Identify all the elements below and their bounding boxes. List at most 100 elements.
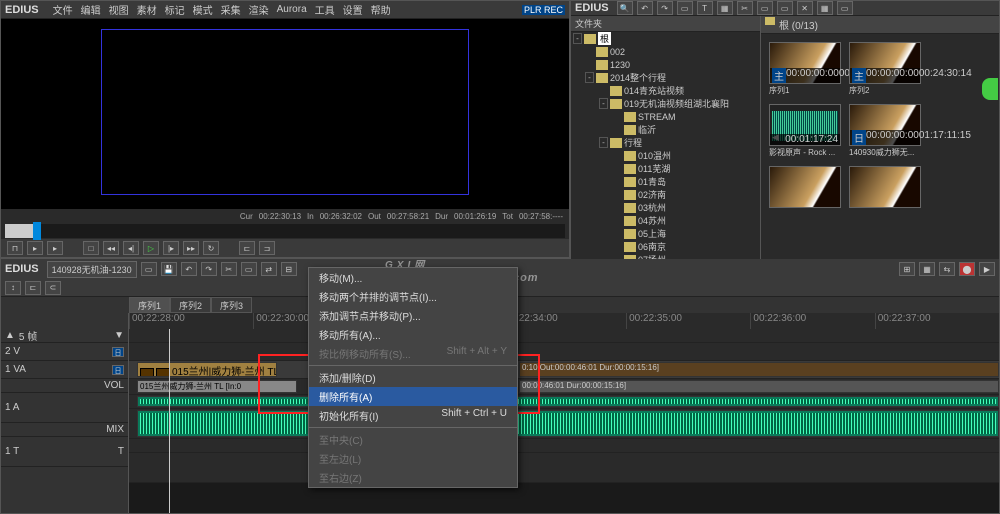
tree-item[interactable]: -019无机油视频组湖北襄阳 (571, 97, 760, 110)
ctx-item[interactable]: 移动所有(A)... (309, 325, 517, 344)
playhead[interactable] (169, 329, 170, 513)
ctx-item[interactable]: 移动(M)... (309, 268, 517, 287)
set-in-button[interactable]: ⊓ (7, 241, 23, 255)
menu-render[interactable]: 渲染 (249, 2, 269, 17)
mode-trim-icon[interactable]: ⊏ (25, 281, 41, 295)
tl-group-icon[interactable]: ▦ (919, 262, 935, 276)
mode-magnet-icon[interactable]: ⊂ (45, 281, 61, 295)
track-mix-head[interactable]: MIX (1, 423, 128, 437)
ffwd-button[interactable]: ▸▸ (183, 241, 199, 255)
paste-icon[interactable]: ▭ (777, 1, 793, 15)
redo-icon[interactable]: ↷ (657, 1, 673, 15)
track-a1[interactable] (129, 409, 999, 439)
tree-item[interactable]: 04苏州 (571, 214, 760, 227)
tree-item[interactable]: 011芜湖 (571, 162, 760, 175)
cut-icon[interactable]: ✂ (737, 1, 753, 15)
menu-tools[interactable]: 工具 (315, 2, 335, 17)
tl-new-icon[interactable]: ▭ (141, 262, 157, 276)
track-vol[interactable] (129, 395, 999, 409)
tree-item[interactable]: 014青充站视频 (571, 84, 760, 97)
tl-save-icon[interactable]: 💾 (161, 262, 177, 276)
clip-va1-info[interactable]: 0:10 Out:00:00:46:01 Dur:00:00:15:16] (519, 362, 999, 377)
track-t1-head[interactable]: 1 TT (1, 437, 128, 467)
stop-button[interactable]: □ (83, 241, 99, 255)
clip-thumb[interactable]: ◀00:01:17:24影视原声 - Rock ... (769, 104, 841, 158)
track-va1[interactable]: 015兰州|威力狮-兰州 TL 0:10 Out:00:00:46:01 Dur… (129, 361, 999, 379)
tree-item[interactable]: 临沂 (571, 123, 760, 136)
menu-help[interactable]: 帮助 (371, 2, 391, 17)
copy-icon[interactable]: ▭ (757, 1, 773, 15)
tc-in[interactable]: 00:26:32:02 (320, 212, 362, 221)
ctx-item[interactable]: 移动两个并排的调节点(I)... (309, 287, 517, 306)
folder-icon[interactable]: ▭ (677, 1, 693, 15)
ctx-item[interactable]: 初始化所有(I)Shift + Ctrl + U (309, 406, 517, 425)
tree-item[interactable]: 06南京 (571, 240, 760, 253)
add-icon[interactable]: ▦ (717, 1, 733, 15)
clip-va1-a[interactable]: 015兰州威力狮-兰州 TL [In:0 (137, 380, 297, 393)
video-monitor[interactable] (1, 19, 569, 209)
tree-item[interactable]: 01青岛 (571, 175, 760, 188)
context-menu[interactable]: 移动(M)...移动两个并排的调节点(I)...添加调节点并移动(P)...移动… (308, 267, 518, 488)
sequence-name[interactable]: 140928无机油-1230 (47, 261, 137, 278)
clip-thumb[interactable]: 日00:00:00:0001:17:11:15140930威力狮无... (849, 104, 921, 158)
clip-thumb[interactable] (849, 166, 921, 209)
ctx-item[interactable]: 添加调节点并移动(P)... (309, 306, 517, 325)
tree-item[interactable]: -2014整个行程 (571, 71, 760, 84)
tc-out[interactable]: 00:27:58:21 (387, 212, 429, 221)
track-v2-head[interactable]: 2 V日 (1, 343, 128, 361)
tree-item[interactable]: STREAM (571, 110, 760, 123)
tl-copy-icon[interactable]: ▭ (241, 262, 257, 276)
tree-item[interactable]: 02济南 (571, 188, 760, 201)
tc-tot[interactable]: 00:27:58:---- (519, 212, 563, 221)
tl-undo-icon[interactable]: ↶ (181, 262, 197, 276)
tree-item[interactable]: -行程 (571, 136, 760, 149)
tree-item[interactable]: 002 (571, 45, 760, 58)
mark-out-button[interactable]: ⊐ (259, 241, 275, 255)
clip-thumb[interactable]: 主00:00:00:0000:46:12:18序列1 (769, 42, 841, 96)
tl-ripple-icon[interactable]: ⇄ (261, 262, 277, 276)
mode-normal-icon[interactable]: ↕ (5, 281, 21, 295)
menu-view[interactable]: 视图 (109, 2, 129, 17)
clip-va1[interactable]: 015兰州|威力狮-兰州 TL (137, 362, 277, 377)
clip-thumb[interactable]: 主00:00:00:0000:24:30:14序列2 (849, 42, 921, 96)
folder-tree[interactable]: 文件夹 -根 0021230-2014整个行程014青充站视频-019无机油视频… (571, 16, 761, 292)
mark-in-button[interactable]: ⊏ (239, 241, 255, 255)
props-icon[interactable]: ▭ (837, 1, 853, 15)
scrub-playhead[interactable] (33, 222, 41, 240)
track-va1-audio[interactable]: 015兰州威力狮-兰州 TL [In:0 00:00:46:01 Dur:00:… (129, 379, 999, 395)
tree-item[interactable]: 03杭州 (571, 201, 760, 214)
tl-link-icon[interactable]: ⇆ (939, 262, 955, 276)
tl-delete-icon[interactable]: ⊟ (281, 262, 297, 276)
tl-render-icon[interactable]: ⬤ (959, 262, 975, 276)
tl-redo-icon[interactable]: ↷ (201, 262, 217, 276)
track-v2[interactable] (129, 343, 999, 361)
menu-clip[interactable]: 素材 (137, 2, 157, 17)
tl-play-icon[interactable]: ▶ (979, 262, 995, 276)
step-fwd-button[interactable]: |▸ (163, 241, 179, 255)
loop-button[interactable]: ↻ (203, 241, 219, 255)
clip-wave2[interactable] (137, 410, 999, 437)
clip-wave1[interactable] (137, 396, 999, 407)
step-back-button[interactable]: ◂| (123, 241, 139, 255)
view-icon[interactable]: ▦ (817, 1, 833, 15)
next-button[interactable]: ▸ (47, 241, 63, 255)
tc-cur[interactable]: 00:22:30:13 (259, 212, 301, 221)
track-a1-head[interactable]: 1 A (1, 393, 128, 423)
scrub-bar[interactable] (5, 224, 565, 238)
rewind-button[interactable]: ◂◂ (103, 241, 119, 255)
prev-button[interactable]: ▸ (27, 241, 43, 255)
plugin-indicator[interactable] (982, 78, 998, 100)
ctx-item[interactable]: 添加/删除(D) (309, 368, 517, 387)
seq-tab-1[interactable]: 序列1 (129, 297, 170, 313)
clip-thumb[interactable] (769, 166, 841, 209)
clip-va1-a-info[interactable]: 00:00:46:01 Dur:00:00:15:16] (519, 380, 999, 393)
seq-tab-2[interactable]: 序列2 (170, 297, 211, 313)
menu-edit[interactable]: 编辑 (81, 2, 101, 17)
menu-capture[interactable]: 采集 (221, 2, 241, 17)
menu-aurora[interactable]: Aurora (277, 4, 307, 15)
menu-mode[interactable]: 模式 (193, 2, 213, 17)
undo-icon[interactable]: ↶ (637, 1, 653, 15)
menu-marker[interactable]: 标记 (165, 2, 185, 17)
track-body[interactable]: 015兰州|威力狮-兰州 TL 0:10 Out:00:00:46:01 Dur… (129, 329, 999, 513)
play-button[interactable]: ▷ (143, 241, 159, 255)
